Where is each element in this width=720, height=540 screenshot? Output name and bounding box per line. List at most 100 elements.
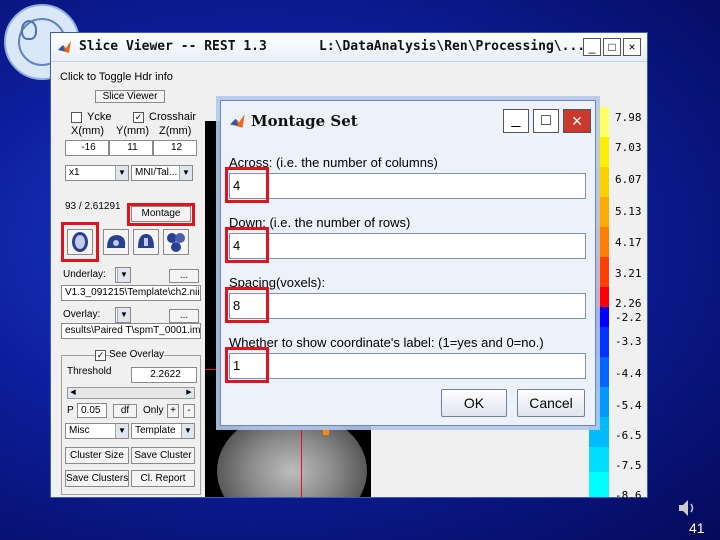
window-title: Slice Viewer -- REST 1.3 [79,39,267,54]
dialog-maximize-button[interactable]: □ [533,109,559,133]
colorbar-label: 5.13 [615,205,642,218]
cluster-size-button[interactable]: Cluster Size [65,447,129,464]
underlay-browse-button[interactable]: ... [169,269,199,283]
only-negative-button[interactable]: - [183,404,195,418]
three-view-button[interactable] [163,229,189,255]
chevron-down-icon: ▼ [181,424,194,438]
crosshair-checkbox[interactable]: ✓ [133,112,144,123]
y-mm-label: Y(mm) [116,125,149,137]
axial-view-highlight [61,222,99,262]
across-highlight [225,167,269,203]
cluster-report-button[interactable]: Cl. Report [131,470,195,487]
coord-label-label: Whether to show coordinate's label: (1=y… [229,335,544,350]
sagittal-view-button[interactable] [103,229,129,255]
ok-button[interactable]: OK [441,389,507,417]
save-cluster-button[interactable]: Save Cluster [131,447,195,464]
dialog-minimize-button[interactable]: _ [503,109,529,133]
down-input[interactable]: 4 [229,233,586,259]
overlay-browse-button[interactable]: ... [169,309,199,323]
coordinate-info: 93 / 2.61291 [65,201,121,212]
colorbar-label: 3.21 [615,267,642,280]
close-button[interactable]: × [623,38,641,56]
colorbar-label: -8.6 [615,489,642,502]
matlab-icon [58,41,71,53]
space-select[interactable]: MNI/Tal... ▼ [131,165,193,181]
misc-select[interactable]: Misc ▼ [65,423,129,439]
colorbar-label: -4.4 [615,367,642,380]
logo-head-icon [21,20,37,40]
only-label: Only [143,405,164,416]
x-coordinate-input[interactable]: -16 [65,140,109,156]
slide-number: 41 [689,520,705,536]
space-value: MNI/Tal... [135,167,178,178]
template-select[interactable]: Template ▼ [131,423,195,439]
spacing-input[interactable]: 8 [229,293,586,319]
p-value-input[interactable]: 0.05 [77,403,107,418]
underlay-label: Underlay: [63,269,106,280]
cancel-button[interactable]: Cancel [517,389,585,417]
montage-set-dialog: Montage Set _ □ × Across: (i.e. the numb… [220,100,596,426]
y-coordinate-input[interactable]: 11 [109,140,153,156]
chevron-down-icon: ▼ [117,308,130,322]
threshold-input[interactable]: 2.2622 [131,367,197,383]
overlay-label: Overlay: [63,309,101,320]
p-label: P [67,405,74,416]
window-path: L:\DataAnalysis\Ren\Processing\... [319,39,586,54]
zoom-select[interactable]: x1 ▼ [65,165,129,181]
dialog-close-button[interactable]: × [563,109,591,133]
left-arrow-icon[interactable]: ◀ [68,388,78,398]
ycke-checkbox[interactable] [71,112,82,123]
misc-value: Misc [69,425,90,436]
coord-label-highlight [225,347,269,383]
coord-label-input[interactable]: 1 [229,353,586,379]
chevron-down-icon: ▼ [117,268,130,282]
across-input[interactable]: 4 [229,173,586,199]
only-positive-button[interactable]: + [167,404,179,418]
speaker-icon[interactable] [676,497,698,519]
colorbar-label: 6.07 [615,173,642,186]
save-clusters-button[interactable]: Save Clusters [65,470,129,487]
colorbar-segment [589,447,609,472]
minimize-button[interactable]: _ [583,38,601,56]
colorbar-label: 2.26 [615,297,642,310]
template-value: Template [135,425,176,436]
coronal-view-button[interactable] [133,229,159,255]
df-button[interactable]: df [113,404,137,418]
right-arrow-icon[interactable]: ▶ [184,388,194,398]
colorbar-label: 7.98 [615,111,642,124]
colorbar-label: -2.2 [615,311,642,324]
matlab-icon [230,114,245,128]
brain-sagittal-icon [107,235,126,248]
colorbar-segment [589,472,609,497]
threshold-slider[interactable]: ◀ ▶ [67,387,195,399]
window-titlebar: Slice Viewer -- REST 1.3 L:\DataAnalysis… [51,33,647,62]
montage-highlight [127,203,195,226]
underlay-select[interactable]: ▼ [115,267,131,283]
chevron-down-icon: ▼ [115,424,128,438]
colorbar-label: 7.03 [615,141,642,154]
activation-blob [323,429,329,435]
crosshair-label: Crosshair [149,111,197,123]
z-mm-label: Z(mm) [159,125,192,137]
dialog-title: Montage Set [251,112,358,130]
spacing-highlight [225,287,269,323]
x-mm-label: X(mm) [71,125,104,137]
see-overlay-checkbox[interactable]: ✓ [95,350,106,361]
brain-coronal-icon [138,234,154,248]
z-coordinate-input[interactable]: 12 [153,140,197,156]
threshold-label: Threshold [67,366,112,377]
toggle-hdr-info[interactable]: Click to Toggle Hdr info [60,71,173,83]
zoom-value: x1 [69,167,80,178]
overlay-path-field[interactable]: esults\Paired T\spmT_0001.img [61,323,201,339]
underlay-path-field[interactable]: V1.3_091215\Template\ch2.nii [61,285,201,301]
overlay-select[interactable]: ▼ [115,307,131,323]
chevron-down-icon: ▼ [179,166,192,180]
ycke-label: Ycke [87,111,112,123]
colorbar-label: -5.4 [615,399,642,412]
colorbar-label: -6.5 [615,429,642,442]
down-highlight [225,227,269,263]
maximize-button[interactable]: □ [603,38,621,56]
colorbar-label: 4.17 [615,236,642,249]
see-overlay-label: See Overlay [109,349,165,360]
slice-viewer-button[interactable]: Slice Viewer [95,90,165,103]
